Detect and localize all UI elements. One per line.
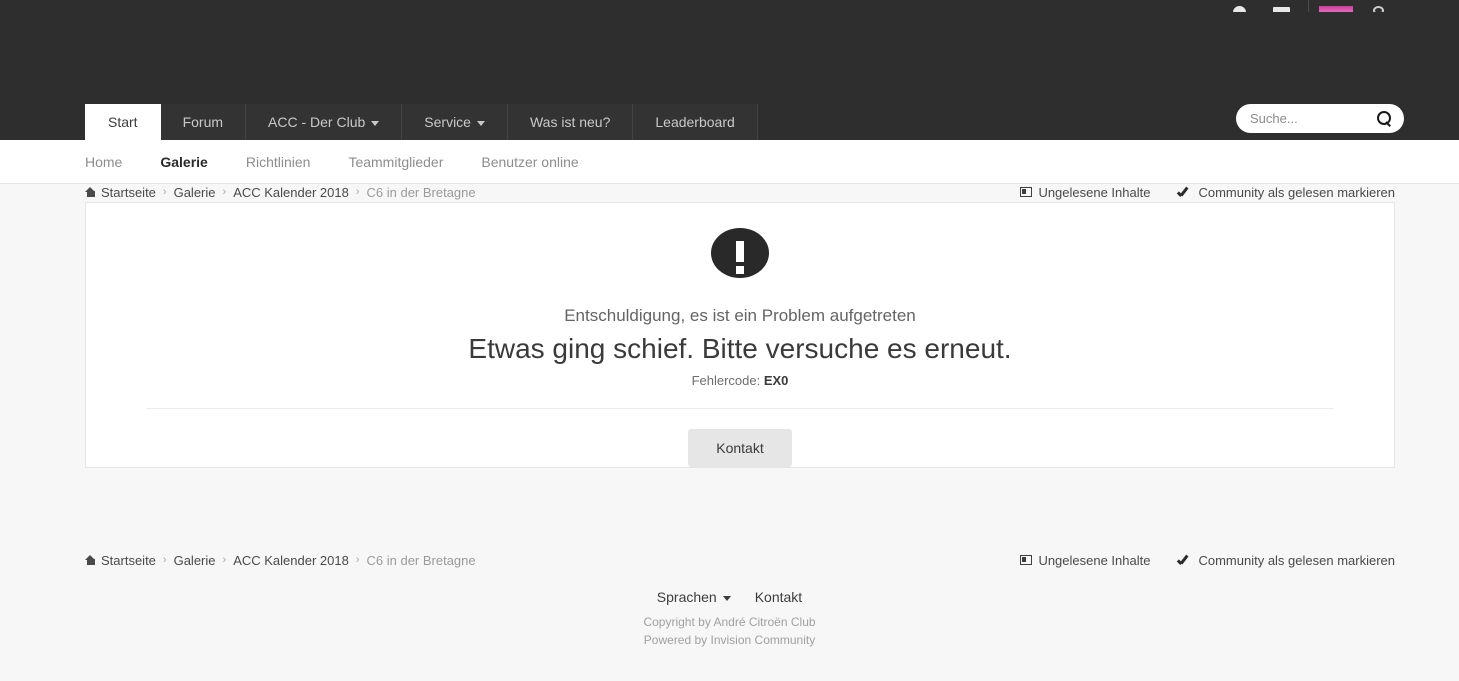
breadcrumb-galerie[interactable]: Galerie — [174, 185, 216, 200]
breadcrumb-startseite[interactable]: Startseite — [101, 553, 156, 568]
breadcrumb-startseite[interactable]: Startseite — [101, 185, 156, 200]
divider — [146, 408, 1334, 409]
error-code-label: Fehlercode: — [691, 373, 761, 389]
primary-navigation: Start Forum ACC - Der Club Service Was i… — [85, 104, 758, 140]
breadcrumb-bottom: Startseite › Galerie › ACC Kalender 2018… — [85, 551, 1395, 569]
kontakt-button[interactable]: Kontakt — [688, 429, 792, 467]
breadcrumb-separator: › — [222, 186, 227, 198]
error-card: Entschuldigung, es ist ein Problem aufge… — [85, 202, 1395, 468]
user-navigation — [1218, 0, 1399, 12]
tab-label: Service — [424, 114, 471, 130]
site-header: Start Forum ACC - Der Club Service Was i… — [0, 0, 1459, 140]
unread-content-button[interactable]: Ungelesene Inhalte — [1020, 185, 1150, 200]
unread-content-label: Ungelesene Inhalte — [1038, 184, 1151, 200]
home-icon — [85, 555, 96, 565]
tab-label: Start — [108, 114, 138, 130]
footer-sprachen-label: Sprachen — [656, 589, 717, 605]
bell-icon — [1232, 6, 1246, 12]
user-avatar-button[interactable] — [1315, 0, 1357, 12]
breadcrumb-actions: Ungelesene Inhalte Community als gelesen… — [992, 553, 1395, 568]
chevron-down-icon — [476, 120, 485, 126]
unread-content-icon — [1020, 187, 1033, 197]
envelope-icon — [1272, 7, 1290, 12]
breadcrumb-galerie[interactable]: Galerie — [174, 553, 216, 568]
mark-read-label: Community als gelesen markieren — [1198, 184, 1395, 200]
check-icon — [1178, 555, 1191, 566]
error-code: Fehlercode: EX0 — [692, 373, 789, 388]
tab-leaderboard[interactable]: Leaderboard — [633, 104, 758, 140]
messages-button[interactable] — [1260, 0, 1302, 12]
footer-kontakt-label: Kontakt — [754, 589, 803, 605]
breadcrumb-separator: › — [222, 554, 227, 566]
breadcrumb-separator: › — [355, 186, 360, 198]
search-icon[interactable] — [1377, 111, 1392, 126]
tab-label: Was ist neu? — [529, 114, 611, 130]
error-code-value: EX0 — [763, 373, 789, 389]
subnav-item-benutzer-online[interactable]: Benutzer online — [481, 154, 578, 170]
subnav-item-teammitglieder[interactable]: Teammitglieder — [348, 154, 443, 170]
tab-was-ist-neu[interactable]: Was ist neu? — [507, 104, 634, 140]
unread-content-button[interactable]: Ungelesene Inhalte — [1020, 553, 1150, 568]
home-icon — [85, 187, 96, 197]
subnav-item-richtlinien[interactable]: Richtlinien — [246, 154, 311, 170]
tab-start[interactable]: Start — [85, 104, 161, 140]
settings-button[interactable] — [1357, 0, 1399, 12]
breadcrumb-acc-kalender-2018[interactable]: ACC Kalender 2018 — [233, 185, 349, 200]
gear-icon — [1372, 6, 1384, 12]
breadcrumb-current: C6 in der Bretagne — [366, 552, 476, 568]
tab-forum[interactable]: Forum — [160, 104, 247, 140]
mark-read-label: Community als gelesen markieren — [1198, 552, 1395, 568]
subnav-item-home[interactable]: Home — [85, 154, 122, 170]
chevron-down-icon — [722, 595, 731, 601]
mark-community-read-button[interactable]: Community als gelesen markieren — [1178, 553, 1395, 568]
notifications-button[interactable] — [1218, 0, 1260, 12]
footer-links: Sprachen Kontakt — [0, 589, 1459, 605]
error-subtitle: Entschuldigung, es ist ein Problem aufge… — [564, 306, 916, 326]
usernav-divider — [1308, 0, 1309, 12]
breadcrumb-separator: › — [355, 554, 360, 566]
breadcrumb-trail: Startseite › Galerie › ACC Kalender 2018… — [85, 185, 476, 200]
unread-content-icon — [1020, 555, 1033, 565]
tab-service[interactable]: Service — [402, 104, 508, 140]
secondary-navigation: Home Galerie Richtlinien Teammitglieder … — [0, 140, 1459, 184]
copyright-text: Copyright by André Citroën Club — [643, 615, 816, 629]
search-input[interactable] — [1248, 110, 1377, 127]
footer-kontakt-link[interactable]: Kontakt — [755, 589, 802, 605]
footer-sprachen-button[interactable]: Sprachen — [657, 589, 731, 605]
tab-acc-der-club[interactable]: ACC - Der Club — [246, 104, 403, 140]
footer-copyright: Copyright by André Citroën Club Powered … — [0, 613, 1459, 649]
tab-label: ACC - Der Club — [268, 114, 366, 130]
unread-content-label: Ungelesene Inhalte — [1038, 552, 1151, 568]
breadcrumb-separator: › — [162, 554, 167, 566]
check-icon — [1178, 187, 1191, 198]
exclamation-circle-icon — [711, 228, 769, 279]
powered-by-text: Powered by Invision Community — [643, 633, 816, 647]
mark-community-read-button[interactable]: Community als gelesen markieren — [1178, 185, 1395, 200]
tab-label: Forum — [182, 114, 224, 130]
breadcrumb-top: Startseite › Galerie › ACC Kalender 2018… — [85, 183, 1395, 201]
subnav-item-galerie[interactable]: Galerie — [160, 154, 207, 170]
breadcrumb-separator: › — [162, 186, 167, 198]
error-title: Etwas ging schief. Bitte versuche es ern… — [468, 333, 1012, 365]
chevron-down-icon — [371, 120, 380, 126]
search-box[interactable] — [1236, 104, 1404, 133]
breadcrumb-acc-kalender-2018[interactable]: ACC Kalender 2018 — [233, 553, 349, 568]
avatar-icon — [1319, 6, 1353, 12]
breadcrumb-current: C6 in der Bretagne — [366, 184, 476, 200]
tab-label: Leaderboard — [655, 114, 735, 130]
breadcrumb-actions: Ungelesene Inhalte Community als gelesen… — [992, 185, 1395, 200]
breadcrumb-trail: Startseite › Galerie › ACC Kalender 2018… — [85, 553, 476, 568]
